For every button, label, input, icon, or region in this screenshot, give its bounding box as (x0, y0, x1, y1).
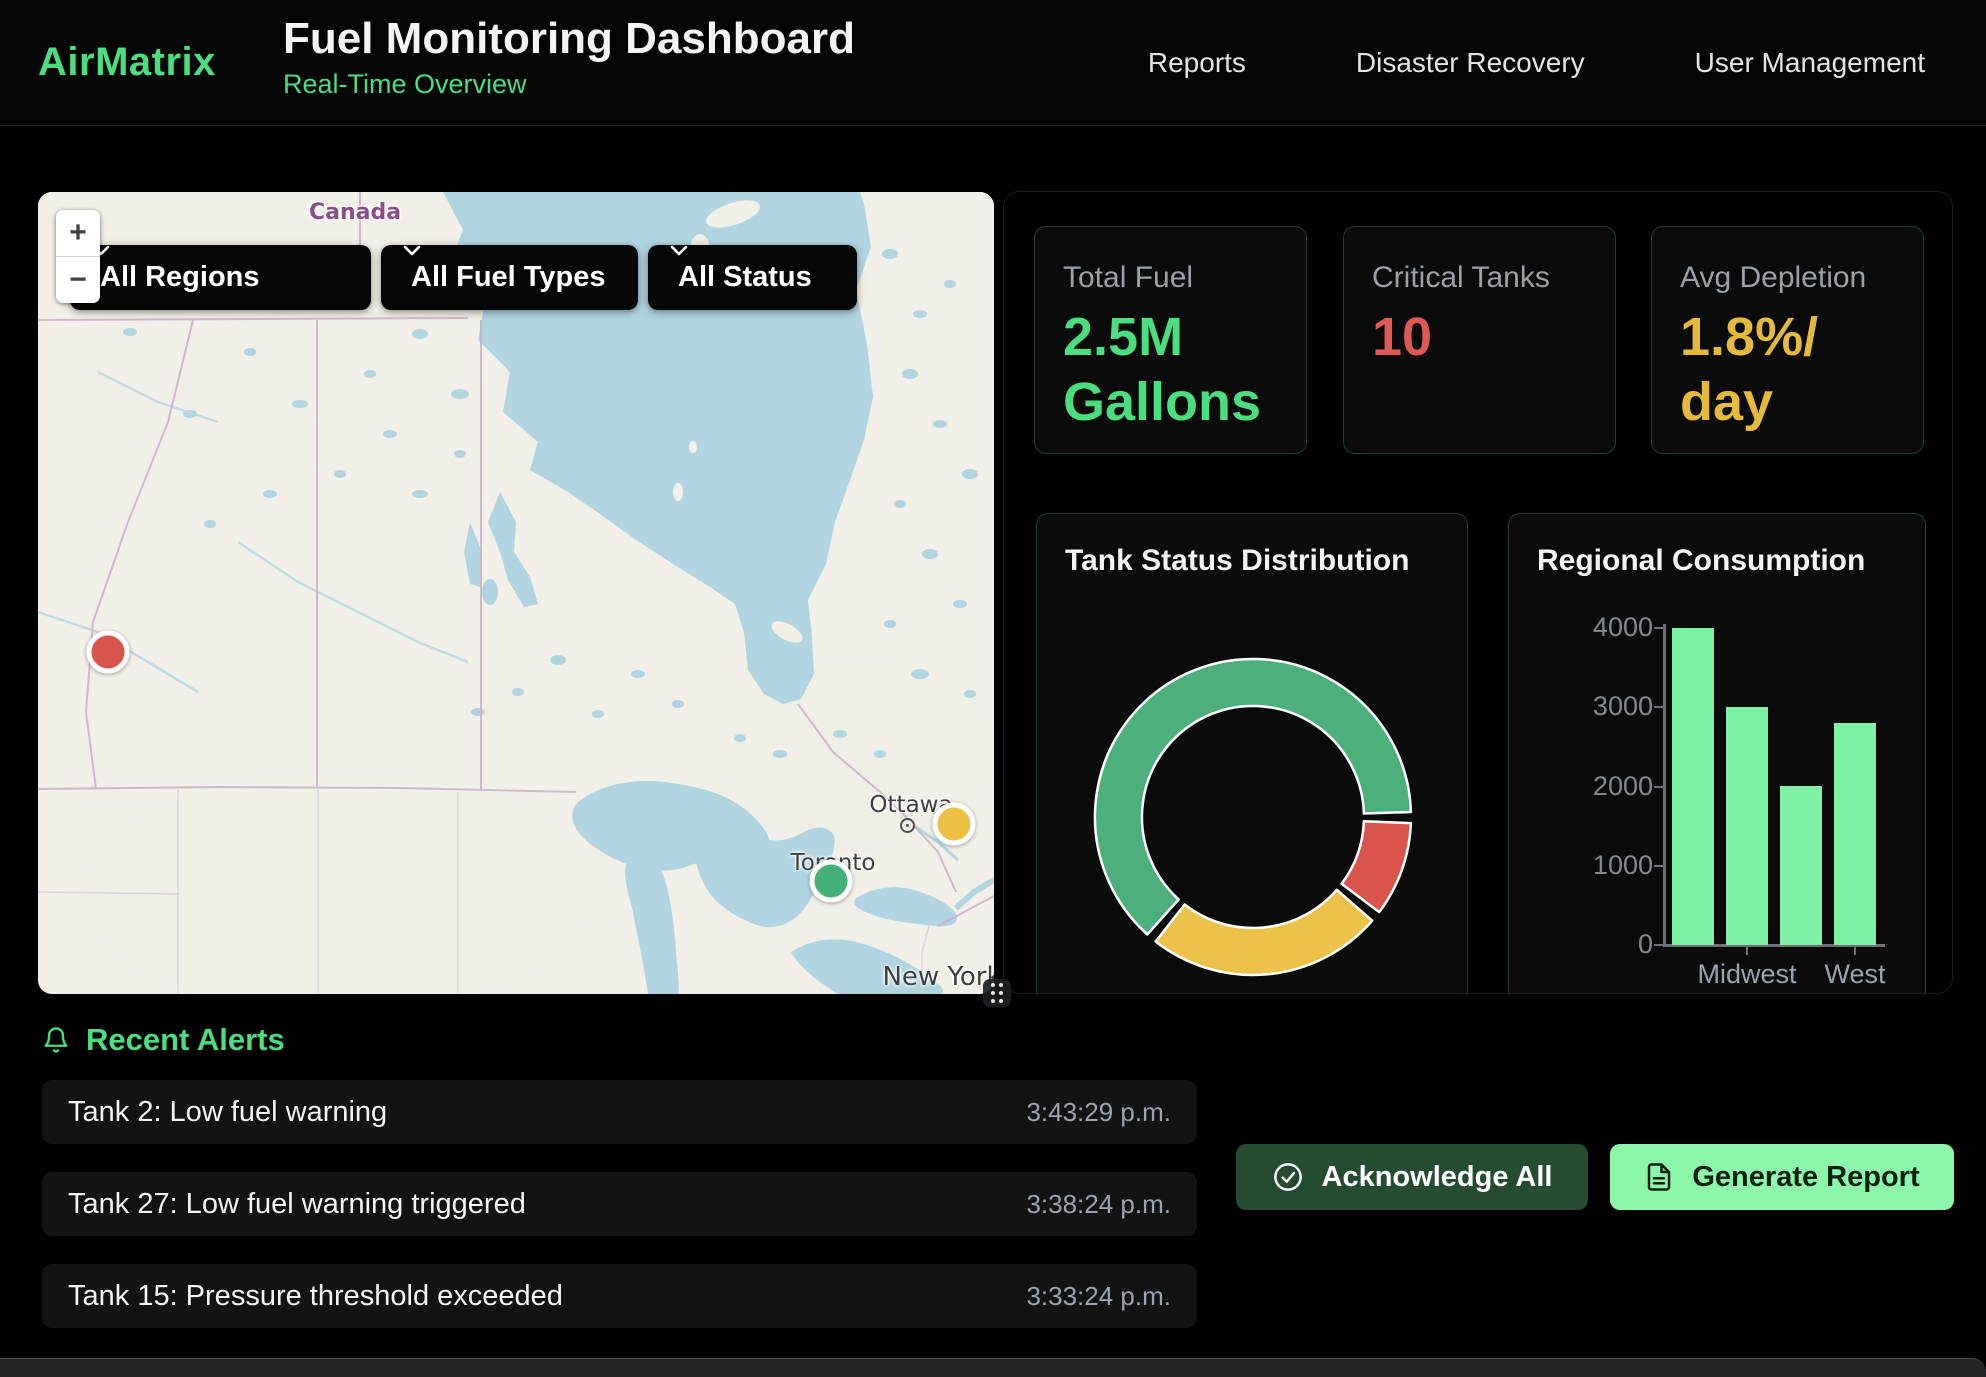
overview-panel: Total Fuel 2.5M Gallons Critical Tanks 1… (1003, 191, 1953, 994)
page-title: Fuel Monitoring Dashboard (283, 14, 855, 65)
map-label-new-york: New York (882, 962, 994, 992)
recent-alerts-heading: Recent Alerts (42, 1022, 285, 1058)
y-tick-label: 1000 (1509, 850, 1653, 881)
document-icon (1644, 1162, 1674, 1192)
stat-value-line: day (1680, 370, 1818, 435)
acknowledge-all-button[interactable]: Acknowledge All (1236, 1144, 1588, 1210)
y-tick-label: 0 (1509, 929, 1653, 960)
bar-region-1 (1726, 707, 1768, 945)
y-tick-mark (1654, 865, 1664, 867)
bar-region-0 (1672, 628, 1714, 945)
map-marker-warning[interactable] (933, 803, 976, 846)
bar-region-2 (1780, 786, 1822, 945)
map-marker-normal[interactable] (810, 860, 853, 903)
doughnut-slice-warning (1156, 890, 1373, 975)
y-tick-label: 2000 (1509, 771, 1653, 802)
stat-value: 1.8%/ day (1680, 305, 1818, 435)
doughnut-chart (1081, 645, 1425, 989)
y-tick-label: 4000 (1509, 612, 1653, 643)
chart-title: Tank Status Distribution (1065, 544, 1409, 578)
nav-item-disaster-recovery[interactable]: Disaster Recovery (1356, 47, 1585, 79)
nav-item-reports[interactable]: Reports (1148, 47, 1246, 79)
y-tick-label: 3000 (1509, 691, 1653, 722)
alert-time: 3:43:29 p.m. (1026, 1097, 1171, 1128)
stat-value-line: 2.5M (1063, 305, 1261, 370)
stat-label: Critical Tanks (1372, 261, 1550, 295)
stat-value-line: 1.8%/ (1680, 305, 1818, 370)
alert-row[interactable]: Tank 27: Low fuel warning triggered 3:38… (42, 1172, 1197, 1236)
x-tick-mark (1854, 947, 1856, 955)
map-canvas[interactable]: Canada Ottawa Toronto New York + − All R… (38, 192, 994, 994)
stat-value-line: Gallons (1063, 370, 1261, 435)
map-label-country: Canada (309, 200, 401, 225)
alert-message: Tank 2: Low fuel warning (68, 1096, 387, 1129)
alert-row[interactable]: Tank 2: Low fuel warning 3:43:29 p.m. (42, 1080, 1197, 1144)
chevron-down-icon (670, 245, 688, 256)
header: AirMatrix Fuel Monitoring Dashboard Real… (0, 0, 1986, 126)
stat-value-line: 10 (1372, 305, 1432, 370)
recent-alerts-title: Recent Alerts (86, 1022, 285, 1058)
zoom-in-button[interactable]: + (56, 210, 100, 256)
regional-consumption-chart-card: Regional Consumption 01000200030004000Mi… (1508, 513, 1926, 994)
alert-message: Tank 27: Low fuel warning triggered (68, 1188, 526, 1221)
main-nav: Reports Disaster Recovery User Managemen… (1148, 0, 1925, 125)
bell-icon (42, 1025, 70, 1055)
alert-message: Tank 15: Pressure threshold exceeded (68, 1280, 563, 1313)
alert-time: 3:33:24 p.m. (1026, 1281, 1171, 1312)
fuel-type-filter-select[interactable]: All Fuel Types (381, 245, 638, 310)
stat-card-total-fuel: Total Fuel 2.5M Gallons (1034, 226, 1307, 454)
page-subtitle: Real-Time Overview (283, 69, 855, 100)
stat-card-avg-depletion: Avg Depletion 1.8%/ day (1651, 226, 1924, 454)
stat-label: Total Fuel (1063, 261, 1193, 295)
y-tick-mark (1654, 627, 1664, 629)
fuel-type-filter-value: All Fuel Types (411, 261, 605, 294)
status-filter-select[interactable]: All Status (648, 245, 857, 310)
ottawa-town-icon (900, 818, 915, 833)
tank-status-chart-card: Tank Status Distribution (1036, 513, 1468, 994)
y-tick-mark (1654, 944, 1664, 946)
acknowledge-all-label: Acknowledge All (1322, 1161, 1553, 1194)
stat-value: 10 (1372, 305, 1432, 370)
drag-handle-icon[interactable] (983, 979, 1011, 1007)
alert-row[interactable]: Tank 15: Pressure threshold exceeded 3:3… (42, 1264, 1197, 1328)
region-filter-select[interactable]: All Regions (70, 245, 371, 310)
status-filter-value: All Status (678, 261, 812, 294)
stat-label: Avg Depletion (1680, 261, 1866, 295)
x-tick-label: West (1775, 959, 1935, 990)
map-marker-critical[interactable] (87, 631, 130, 674)
bar-region-3 (1834, 723, 1876, 945)
y-tick-mark (1654, 706, 1664, 708)
brand-logo: AirMatrix (38, 40, 216, 85)
stat-value: 2.5M Gallons (1063, 305, 1261, 435)
chart-title: Regional Consumption (1537, 544, 1865, 578)
doughnut-slice-critical (1342, 821, 1411, 912)
nav-item-user-management[interactable]: User Management (1695, 47, 1925, 79)
bottom-scrollbar[interactable] (0, 1358, 1986, 1377)
chevron-down-icon (403, 245, 421, 256)
x-tick-mark (1746, 947, 1748, 955)
check-circle-icon (1272, 1161, 1304, 1193)
generate-report-button[interactable]: Generate Report (1610, 1144, 1954, 1210)
title-block: Fuel Monitoring Dashboard Real-Time Over… (283, 14, 855, 100)
stat-card-critical-tanks: Critical Tanks 10 (1343, 226, 1616, 454)
y-tick-mark (1654, 786, 1664, 788)
zoom-out-button[interactable]: − (56, 257, 100, 303)
alert-time: 3:38:24 p.m. (1026, 1189, 1171, 1220)
region-filter-value: All Regions (100, 261, 260, 294)
map-zoom-control: + − (56, 210, 100, 303)
generate-report-label: Generate Report (1692, 1161, 1919, 1194)
